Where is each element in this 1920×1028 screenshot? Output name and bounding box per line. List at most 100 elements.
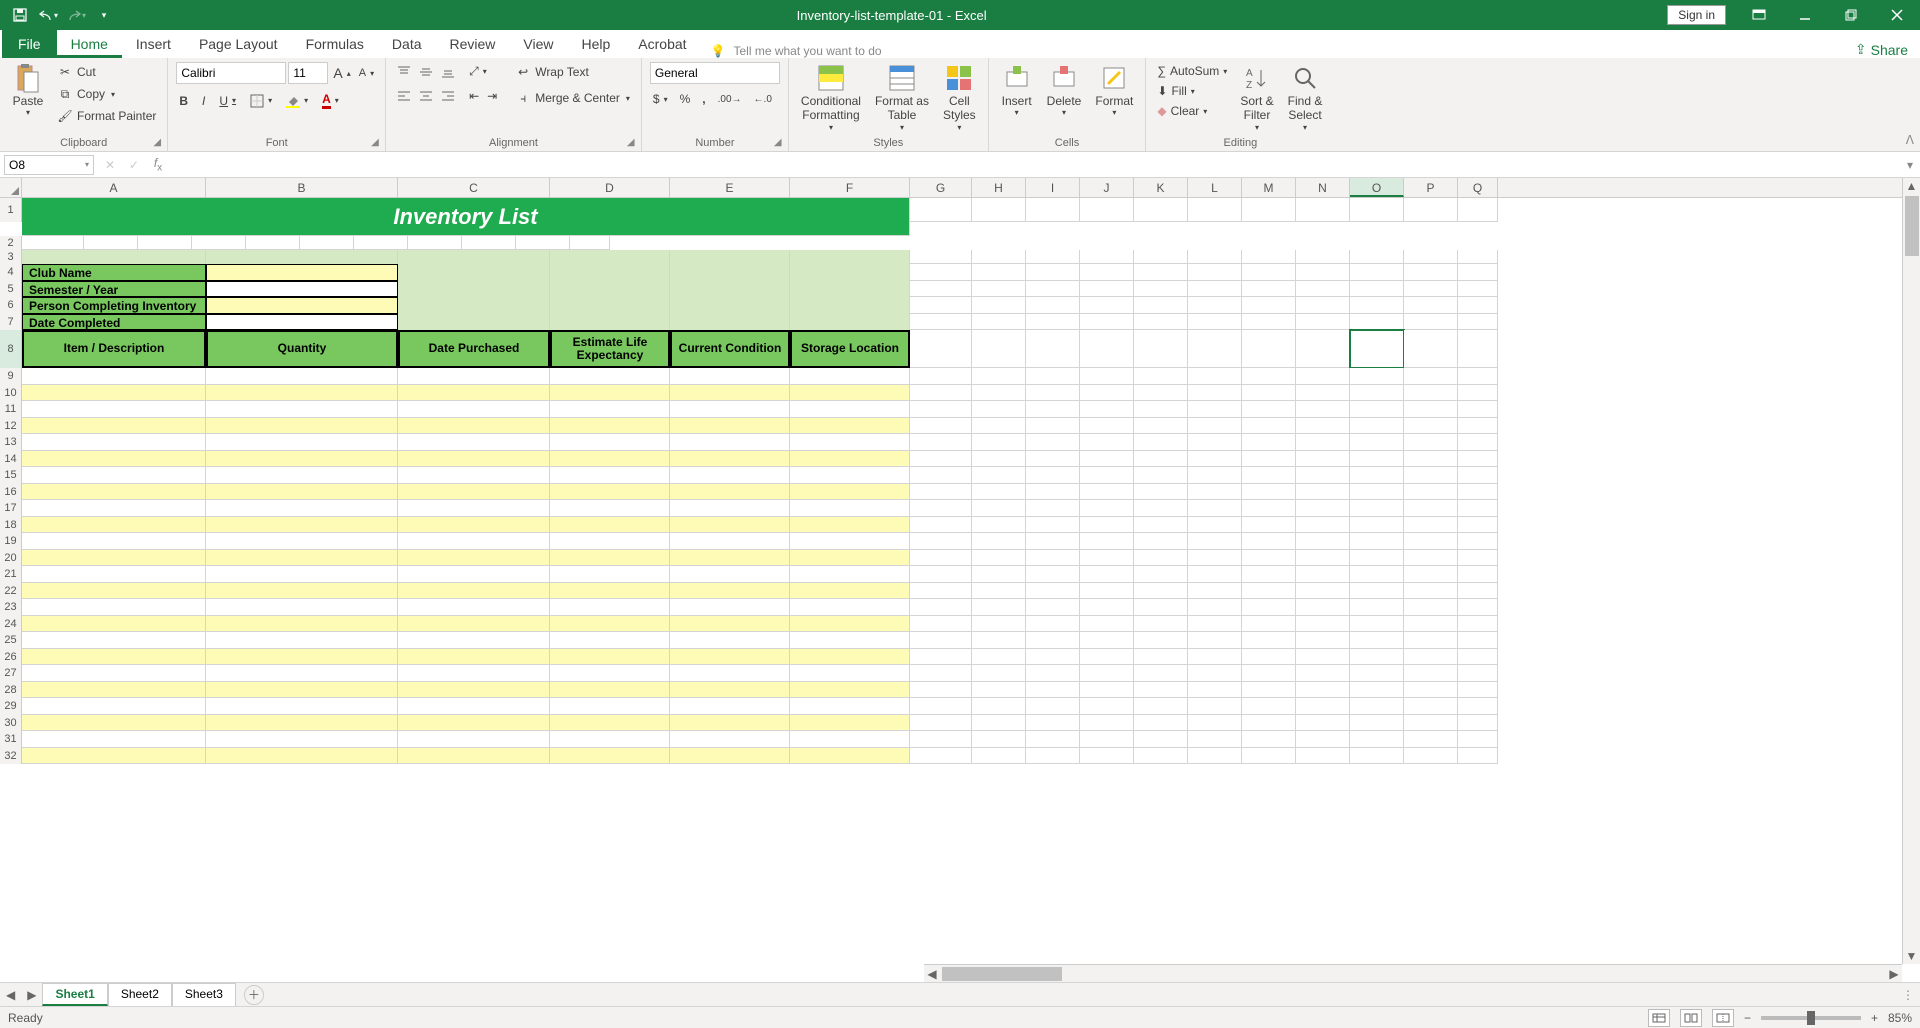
cell[interactable] bbox=[550, 281, 670, 298]
cell[interactable] bbox=[1188, 500, 1242, 517]
cell[interactable] bbox=[84, 236, 138, 250]
fill-button[interactable]: ⬇ Fill ▾ bbox=[1154, 82, 1230, 100]
cell[interactable] bbox=[1458, 698, 1498, 715]
cell[interactable] bbox=[1242, 297, 1296, 314]
column-header[interactable]: L bbox=[1188, 178, 1242, 197]
cell[interactable] bbox=[398, 616, 550, 633]
row-header[interactable]: 21 bbox=[0, 566, 22, 583]
cell[interactable] bbox=[1458, 649, 1498, 666]
cell[interactable] bbox=[1296, 297, 1350, 314]
cell[interactable] bbox=[1242, 550, 1296, 567]
cell[interactable] bbox=[972, 550, 1026, 567]
cell[interactable] bbox=[550, 401, 670, 418]
cell[interactable] bbox=[1188, 368, 1242, 385]
cell[interactable] bbox=[1350, 250, 1404, 264]
cell[interactable] bbox=[1188, 682, 1242, 699]
row-header[interactable]: 12 bbox=[0, 418, 22, 435]
cell[interactable] bbox=[1080, 250, 1134, 264]
cell[interactable] bbox=[550, 566, 670, 583]
cell[interactable] bbox=[206, 451, 398, 468]
cell[interactable] bbox=[1188, 484, 1242, 501]
align-center-button[interactable] bbox=[416, 87, 436, 105]
cell[interactable] bbox=[1458, 682, 1498, 699]
cell[interactable] bbox=[462, 236, 516, 250]
cell[interactable] bbox=[206, 533, 398, 550]
tab-formulas[interactable]: Formulas bbox=[292, 30, 378, 58]
cell[interactable] bbox=[1188, 599, 1242, 616]
meta-input-cell[interactable] bbox=[206, 297, 398, 314]
cell[interactable] bbox=[1350, 401, 1404, 418]
cell[interactable] bbox=[138, 236, 192, 250]
qat-customize-icon[interactable]: ▾ bbox=[92, 3, 116, 27]
cell[interactable] bbox=[1134, 467, 1188, 484]
cell[interactable] bbox=[1404, 698, 1458, 715]
cell[interactable] bbox=[1350, 583, 1404, 600]
cell[interactable] bbox=[1134, 451, 1188, 468]
tab-acrobat[interactable]: Acrobat bbox=[624, 30, 700, 58]
font-size-combo[interactable] bbox=[288, 62, 328, 84]
tab-file[interactable]: File bbox=[2, 30, 57, 58]
copy-button[interactable]: ⧉Copy▾ bbox=[54, 84, 159, 104]
cell[interactable] bbox=[910, 451, 972, 468]
cell[interactable] bbox=[972, 698, 1026, 715]
cell[interactable] bbox=[1134, 484, 1188, 501]
orientation-button[interactable]: ⤢▾ bbox=[466, 62, 490, 81]
cell[interactable] bbox=[910, 533, 972, 550]
cell[interactable] bbox=[910, 250, 972, 264]
cell[interactable] bbox=[1188, 434, 1242, 451]
cell[interactable] bbox=[1080, 264, 1134, 281]
cell[interactable] bbox=[1242, 533, 1296, 550]
cell[interactable] bbox=[910, 198, 972, 222]
cell[interactable] bbox=[22, 418, 206, 435]
cell[interactable] bbox=[398, 517, 550, 534]
cell[interactable] bbox=[1026, 368, 1080, 385]
cell[interactable] bbox=[790, 731, 910, 748]
cell[interactable] bbox=[1458, 385, 1498, 402]
cell[interactable] bbox=[1080, 550, 1134, 567]
enter-formula-icon[interactable]: ✓ bbox=[122, 158, 146, 172]
column-header[interactable]: E bbox=[670, 178, 790, 197]
cell[interactable] bbox=[398, 264, 550, 281]
sort-filter-button[interactable]: AZSort & Filter▾ bbox=[1236, 62, 1277, 132]
cell[interactable] bbox=[1134, 682, 1188, 699]
bold-button[interactable]: B bbox=[176, 92, 191, 110]
align-right-button[interactable] bbox=[438, 87, 458, 105]
cell[interactable] bbox=[1404, 418, 1458, 435]
page-layout-view-button[interactable] bbox=[1680, 1009, 1702, 1027]
cell[interactable] bbox=[910, 281, 972, 298]
cell[interactable] bbox=[1458, 401, 1498, 418]
cell[interactable] bbox=[1134, 198, 1188, 222]
cell[interactable] bbox=[910, 401, 972, 418]
cell[interactable] bbox=[910, 698, 972, 715]
column-header[interactable]: H bbox=[972, 178, 1026, 197]
cell[interactable] bbox=[1026, 698, 1080, 715]
cell[interactable] bbox=[1026, 550, 1080, 567]
cell[interactable] bbox=[550, 250, 670, 264]
cell[interactable] bbox=[398, 550, 550, 567]
cell[interactable] bbox=[1350, 434, 1404, 451]
column-header[interactable]: K bbox=[1134, 178, 1188, 197]
cell[interactable] bbox=[670, 566, 790, 583]
cell[interactable] bbox=[550, 500, 670, 517]
cell[interactable] bbox=[22, 533, 206, 550]
cell[interactable] bbox=[1296, 250, 1350, 264]
cell[interactable] bbox=[670, 550, 790, 567]
cell[interactable] bbox=[1026, 451, 1080, 468]
row-header[interactable]: 31 bbox=[0, 731, 22, 748]
cell[interactable] bbox=[22, 550, 206, 567]
sheet-nav-prev-icon[interactable]: ◀ bbox=[0, 988, 21, 1002]
cell[interactable] bbox=[1134, 368, 1188, 385]
cell[interactable] bbox=[1188, 467, 1242, 484]
cell[interactable] bbox=[550, 665, 670, 682]
cell[interactable] bbox=[398, 583, 550, 600]
cell[interactable] bbox=[1080, 748, 1134, 765]
cell[interactable] bbox=[550, 385, 670, 402]
cell[interactable] bbox=[206, 434, 398, 451]
cell[interactable] bbox=[1296, 550, 1350, 567]
cell[interactable] bbox=[790, 632, 910, 649]
row-header[interactable]: 6 bbox=[0, 297, 22, 314]
cell[interactable] bbox=[1080, 517, 1134, 534]
row-header[interactable]: 20 bbox=[0, 550, 22, 567]
cell[interactable] bbox=[1188, 264, 1242, 281]
cell[interactable] bbox=[1404, 533, 1458, 550]
